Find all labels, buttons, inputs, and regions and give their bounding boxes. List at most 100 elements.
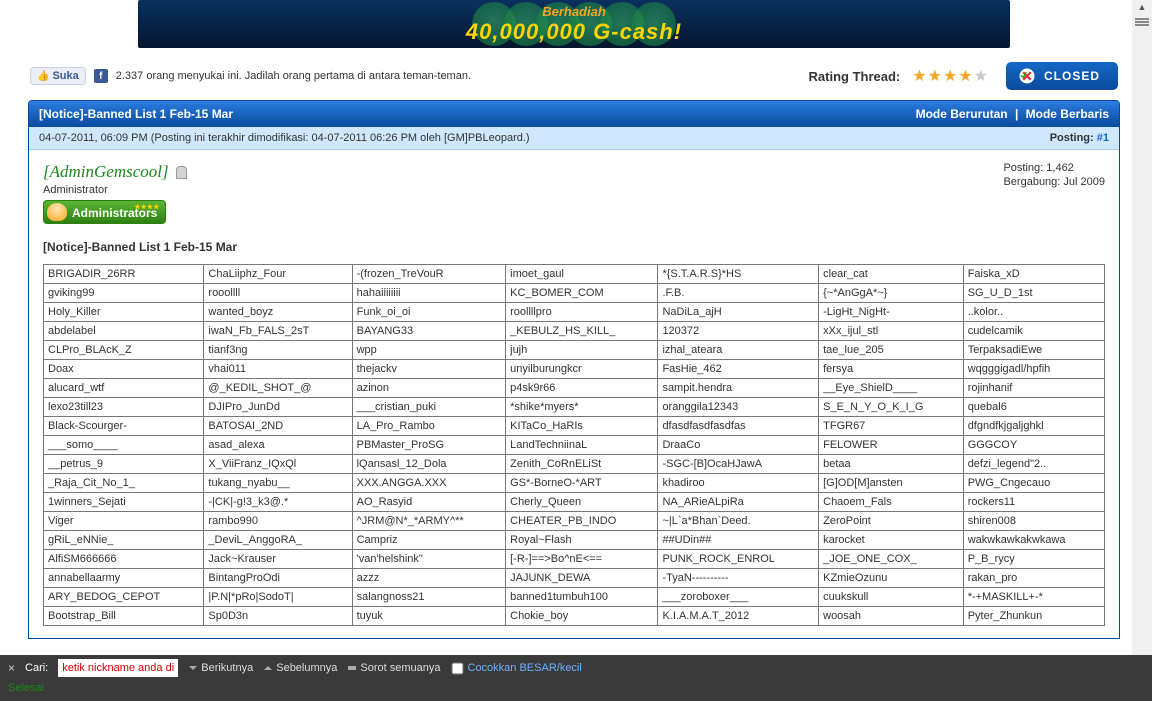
table-cell: |P.N|*pRo|SodoT| xyxy=(204,588,352,607)
find-label: Cari: xyxy=(25,662,48,674)
table-cell: tae_lue_205 xyxy=(819,341,964,360)
table-cell: azzz xyxy=(352,569,506,588)
match-case-checkbox[interactable]: Cocokkan BESAR/kecil xyxy=(451,662,582,675)
table-cell: Holy_Killer xyxy=(44,303,204,322)
table-row: Black-Scourger-BATOSAI_2NDLA_Pro_RamboKI… xyxy=(44,417,1105,436)
admin-badge: ★★★★ Administrators xyxy=(43,200,166,224)
highlight-all-button[interactable]: Sorot semuanya xyxy=(347,662,440,674)
find-close-button[interactable]: × xyxy=(8,661,15,675)
table-cell: @_KEDIL_SHOT_@ xyxy=(204,379,352,398)
table-cell: hahaiiiiiiii xyxy=(352,284,506,303)
table-cell: fersya xyxy=(819,360,964,379)
promo-banner[interactable]: Berhadiah 40,000,000 G-cash! xyxy=(138,0,1010,48)
table-cell: annabellaarmy xyxy=(44,569,204,588)
mode-inline-link[interactable]: Mode Berbaris xyxy=(1026,107,1109,121)
scroll-options-icon[interactable] xyxy=(1135,16,1149,28)
table-cell: rojinhanif xyxy=(963,379,1104,398)
banned-list-table: BRIGADIR_26RRChaLiiphz_Four-(frozen_TreV… xyxy=(43,264,1105,626)
table-cell: -|CK|-g!3_k3@.* xyxy=(204,493,352,512)
table-cell: BAYANG33 xyxy=(352,322,506,341)
table-cell: 1winners_Sejati xyxy=(44,493,204,512)
table-cell: wpp xyxy=(352,341,506,360)
scroll-up-icon[interactable]: ▲ xyxy=(1135,0,1149,14)
table-cell: ___zoroboxer___ xyxy=(658,588,819,607)
table-cell: FELOWER xyxy=(819,436,964,455)
table-cell: NA_ARieALpiRa xyxy=(658,493,819,512)
post-meta-text: 04-07-2011, 06:09 PM (Posting ini terakh… xyxy=(39,132,530,144)
table-cell: DraaCo xyxy=(658,436,819,455)
table-cell: oranggila12343 xyxy=(658,398,819,417)
table-cell: asad_alexa xyxy=(204,436,352,455)
mode-sequential-link[interactable]: Mode Berurutan xyxy=(916,107,1008,121)
table-cell: AO_Rasyid xyxy=(352,493,506,512)
thread-header: [Notice]-Banned List 1 Feb-15 Mar Mode B… xyxy=(29,101,1119,127)
author-name[interactable]: AdminGemscool xyxy=(43,162,169,181)
table-row: Holy_Killerwanted_boyzFunk_oi_oi roollll… xyxy=(44,303,1105,322)
star-icon: ★ xyxy=(912,66,926,86)
author-join-date: Bergabung: Jul 2009 xyxy=(1003,176,1105,188)
table-cell: karocket xyxy=(819,531,964,550)
table-cell: KITaCo_HaRIs xyxy=(506,417,658,436)
table-cell: _Raja_Cit_No_1_ xyxy=(44,474,204,493)
table-row: CLPro_BLAcK_Ztianf3ng wppjujh izhal_atea… xyxy=(44,341,1105,360)
table-cell: defzi_legend"2.. xyxy=(963,455,1104,474)
table-cell: Viger xyxy=(44,512,204,531)
closed-button[interactable]: CLOSED xyxy=(1006,62,1118,90)
table-cell: tianf3ng xyxy=(204,341,352,360)
right-scrollbar[interactable]: ▲ xyxy=(1132,0,1152,655)
table-cell: betaa xyxy=(819,455,964,474)
star-icon: ★ xyxy=(943,66,957,86)
table-cell: iwaN_Fb_FALS_2sT xyxy=(204,322,352,341)
table-cell: lexo23till23 xyxy=(44,398,204,417)
table-cell: CLPro_BLAcK_Z xyxy=(44,341,204,360)
table-cell: imoet_gaul xyxy=(506,265,658,284)
table-cell: Cherly_Queen xyxy=(506,493,658,512)
table-cell: xXx_ijul_stl xyxy=(819,322,964,341)
table-cell: TFGR67 xyxy=(819,417,964,436)
highlight-icon xyxy=(347,663,357,673)
table-cell: BintangProOdi xyxy=(204,569,352,588)
table-row: abdelabel iwaN_Fb_FALS_2sT BAYANG33_KEBU… xyxy=(44,322,1105,341)
table-cell: -LigHt_NigHt- xyxy=(819,303,964,322)
table-cell: P_B_rycy xyxy=(963,550,1104,569)
table-cell: woosah xyxy=(819,607,964,626)
table-row: gviking99rooollll hahaiiiiiiiiKC_BOMER_C… xyxy=(44,284,1105,303)
table-cell: Doax xyxy=(44,360,204,379)
table-cell: [-R-]==>Bo^nE<== xyxy=(506,550,658,569)
table-cell: Jack~Krauser xyxy=(204,550,352,569)
table-cell: PWG_Cngecauo xyxy=(963,474,1104,493)
table-cell: __Eye_ShielD____ xyxy=(819,379,964,398)
rating-stars[interactable]: ★ ★ ★ ★ ★ xyxy=(912,66,988,86)
table-cell: CHEATER_PB_INDO xyxy=(506,512,658,531)
table-cell: vhai011 xyxy=(204,360,352,379)
find-input[interactable] xyxy=(58,659,178,677)
banner-line1: Berhadiah xyxy=(138,4,1010,19)
thread-title: [Notice]-Banned List 1 Feb-15 Mar xyxy=(39,107,233,121)
table-cell: Black-Scourger- xyxy=(44,417,204,436)
table-cell: {~*AnGgA*~} xyxy=(819,284,964,303)
table-cell: Zenith_CoRnELiSt xyxy=(506,455,658,474)
table-row: lexo23till23 DJIPro_JunDd___cristian_puk… xyxy=(44,398,1105,417)
table-cell: clear_cat xyxy=(819,265,964,284)
table-cell: XXX.ANGGA.XXX xyxy=(352,474,506,493)
table-cell: JAJUNK_DEWA xyxy=(506,569,658,588)
table-row: ARY_BEDOG_CEPOT|P.N|*pRo|SodoT|salangnos… xyxy=(44,588,1105,607)
like-button[interactable]: Suka xyxy=(30,67,86,85)
table-cell: .F.B. xyxy=(658,284,819,303)
table-cell: KC_BOMER_COM xyxy=(506,284,658,303)
post-number-link[interactable]: #1 xyxy=(1097,132,1109,144)
table-cell: ___somo____ xyxy=(44,436,204,455)
table-cell: cuukskull xyxy=(819,588,964,607)
table-cell: rambo990 xyxy=(204,512,352,531)
find-prev-button[interactable]: Sebelumnya xyxy=(263,662,337,674)
rating-label: Rating Thread: xyxy=(809,69,901,84)
table-cell: dfasdfasdfasdfas xyxy=(658,417,819,436)
find-next-button[interactable]: Berikutnya xyxy=(188,662,253,674)
table-cell: salangnoss21 xyxy=(352,588,506,607)
closed-icon xyxy=(1018,67,1036,85)
table-cell: Royal~Flash xyxy=(506,531,658,550)
closed-label: CLOSED xyxy=(1044,69,1100,83)
table-cell: alucard_wtf xyxy=(44,379,204,398)
author-role: Administrator xyxy=(43,184,187,196)
table-cell: ___cristian_puki xyxy=(352,398,506,417)
